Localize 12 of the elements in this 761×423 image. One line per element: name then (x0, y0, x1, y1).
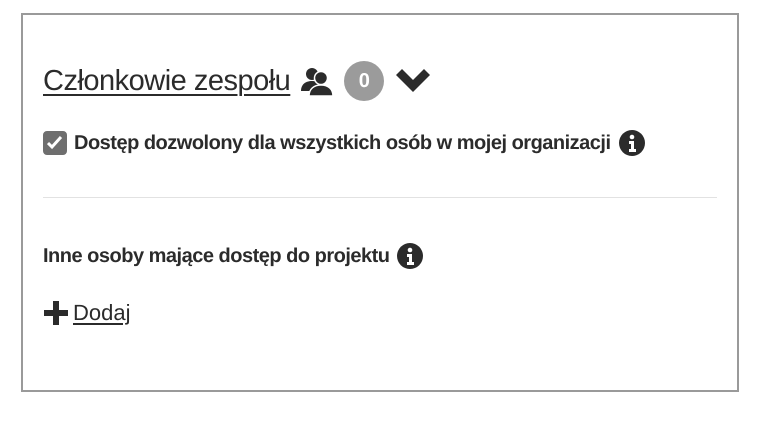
users-icon (300, 65, 334, 97)
team-members-link[interactable]: Członkowie zespołu (43, 64, 290, 98)
info-icon[interactable] (618, 129, 646, 157)
checkmark-icon (47, 136, 63, 150)
count-badge: 0 (344, 61, 384, 101)
checkbox-label: Dostęp dozwolony dla wszystkich osób w mojej organizacji (74, 132, 611, 154)
chevron-icon[interactable] (394, 68, 432, 94)
checkbox[interactable] (43, 131, 67, 155)
add-link[interactable]: Dodaj (73, 300, 130, 326)
section-heading: Inne osoby mające dostęp do projektu (43, 244, 390, 268)
info-icon[interactable] (396, 242, 424, 270)
plus-icon (43, 300, 69, 326)
